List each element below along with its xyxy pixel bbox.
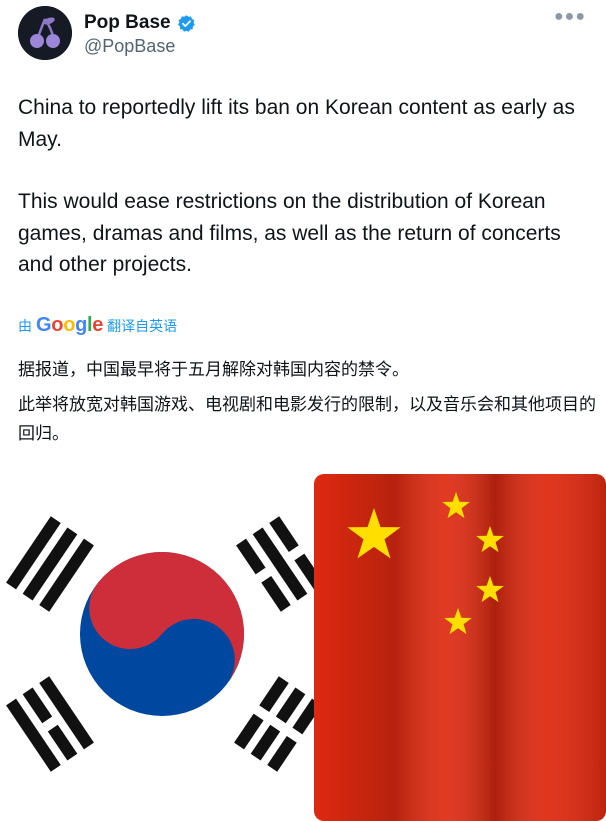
- tweet-text: China to reportedly lift its ban on Kore…: [18, 92, 598, 281]
- tweet-media-image[interactable]: [0, 474, 606, 821]
- more-options-icon[interactable]: ●●●: [554, 8, 586, 26]
- author-display-name[interactable]: Pop Base: [84, 12, 171, 34]
- tweet-header: Pop Base @PopBase ●●●: [18, 6, 588, 62]
- south-korea-flag: [0, 474, 324, 821]
- translated-text: 据报道，中国最早将于五月解除对韩国内容的禁令。 此举将放宽对韩国游戏、电视剧和电…: [18, 355, 596, 454]
- translated-paragraph: 此举将放宽对韩国游戏、电视剧和电影发行的限制，以及音乐会和其他项目的回归。: [18, 395, 596, 443]
- author-handle[interactable]: @PopBase: [84, 36, 175, 57]
- tweet-paragraph: China to reportedly lift its ban on Kore…: [18, 96, 575, 151]
- translation-attribution[interactable]: 由 Google 翻译自英语: [18, 314, 177, 337]
- google-logo: Google: [36, 314, 104, 336]
- translated-by-label: 由: [18, 317, 32, 334]
- china-flag: [314, 474, 606, 821]
- translated-paragraph: 据报道，中国最早将于五月解除对韩国内容的禁令。: [18, 360, 409, 379]
- verified-badge-icon: [177, 14, 195, 32]
- cherry-icon: [18, 6, 72, 60]
- translated-from-label: 翻译自英语: [107, 317, 178, 334]
- tweet-paragraph: This would ease restrictions on the dist…: [18, 190, 561, 276]
- avatar[interactable]: [18, 6, 72, 60]
- author-name-row: Pop Base: [84, 12, 196, 34]
- taegeuk-emblem: [80, 551, 245, 716]
